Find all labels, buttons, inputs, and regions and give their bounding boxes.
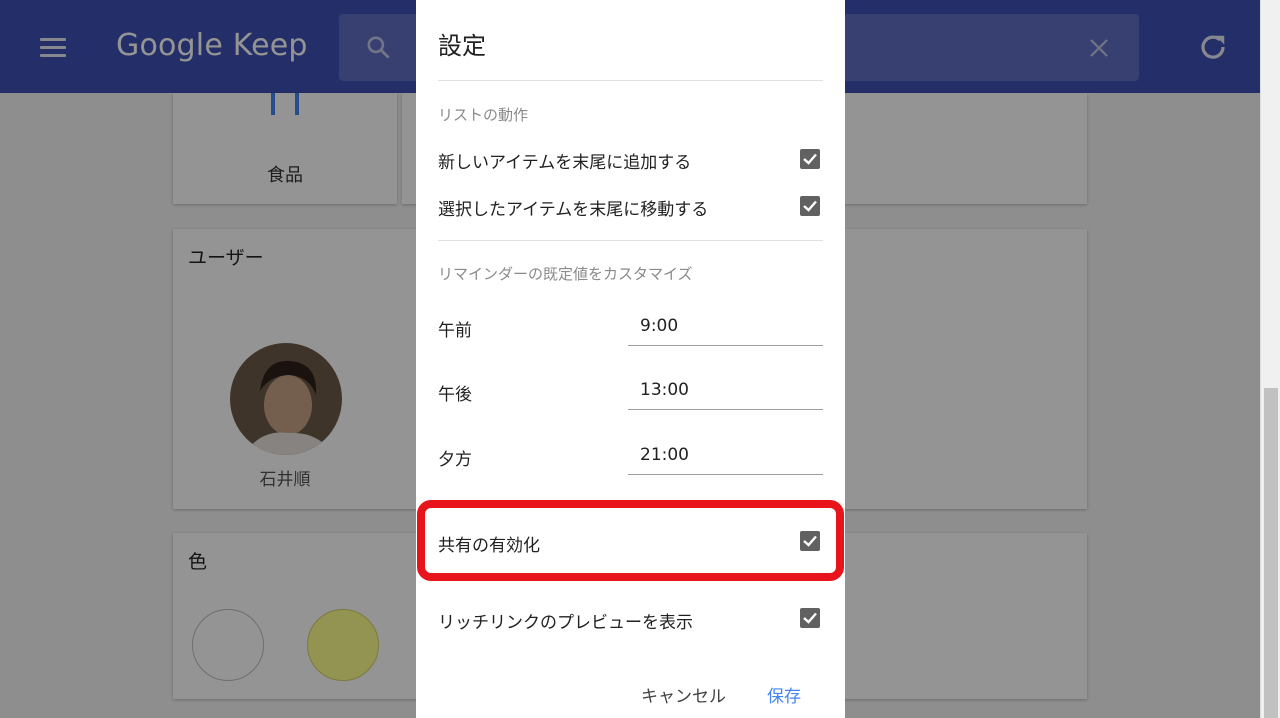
morning-label: 午前: [438, 321, 472, 341]
checkmark-icon: [803, 153, 817, 165]
reminder-defaults-heading: リマインダーの既定値をカスタマイズ: [438, 265, 693, 283]
afternoon-time-field[interactable]: [628, 375, 823, 410]
evening-time-field[interactable]: [628, 440, 823, 475]
add-to-bottom-label: 新しいアイテムを末尾に追加する: [438, 153, 692, 173]
cancel-button[interactable]: キャンセル: [635, 678, 732, 711]
rich-link-preview-checkbox[interactable]: [800, 608, 820, 628]
add-to-bottom-checkbox[interactable]: [800, 149, 820, 169]
evening-label: 夕方: [438, 450, 472, 470]
checkmark-icon: [803, 200, 817, 212]
rich-link-preview-label: リッチリンクのプレビューを表示: [438, 613, 693, 633]
scrollbar-thumb[interactable]: [1264, 388, 1278, 718]
move-checked-label: 選択したアイテムを末尾に移動する: [438, 200, 709, 220]
page-scrollbar[interactable]: [1260, 0, 1280, 718]
morning-time-input[interactable]: [628, 311, 820, 341]
checkmark-icon: [803, 612, 817, 624]
move-checked-checkbox[interactable]: [800, 196, 820, 216]
afternoon-time-input[interactable]: [628, 375, 820, 405]
divider: [438, 240, 823, 241]
morning-time-field[interactable]: [628, 311, 823, 346]
divider: [438, 80, 823, 81]
list-behavior-heading: リストの動作: [438, 106, 529, 124]
save-button[interactable]: 保存: [761, 678, 807, 711]
afternoon-label: 午後: [438, 385, 472, 405]
settings-dialog: 設定 リストの動作 新しいアイテムを末尾に追加する 選択したアイテムを末尾に移動…: [416, 0, 845, 718]
checkmark-icon: [803, 535, 817, 547]
dialog-title: 設定: [438, 32, 486, 60]
evening-time-input[interactable]: [628, 440, 820, 470]
enable-sharing-checkbox[interactable]: [800, 531, 820, 551]
enable-sharing-label: 共有の有効化: [438, 536, 540, 556]
